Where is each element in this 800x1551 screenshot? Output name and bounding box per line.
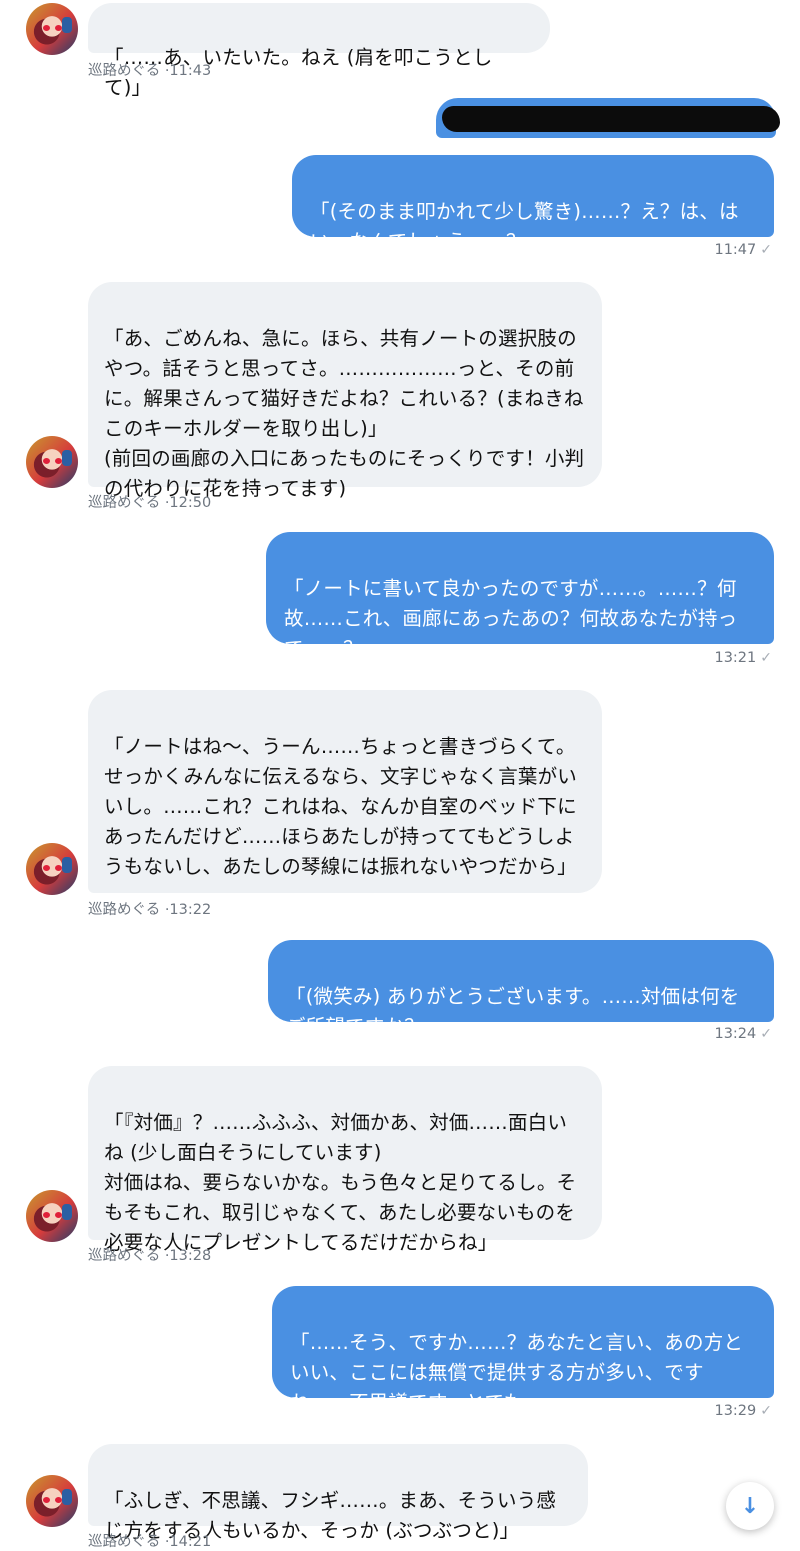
avatar[interactable] (26, 843, 78, 895)
avatar[interactable] (26, 436, 78, 488)
redacted-message-bubble (436, 98, 780, 138)
message-meta: 13:24 ✓ (714, 1026, 772, 1042)
message-bubble-outgoing[interactable]: 「……そう、ですか……？あなたと言い、あの方といい、ここには無償で提供する方が多… (272, 1286, 774, 1414)
message-text: 「(微笑み) ありがとうございます。……対価は何をご所望ですか？」 (286, 985, 740, 1038)
sender-name: 巡路めぐる (88, 1248, 161, 1264)
message-bubble-outgoing[interactable]: 「(そのまま叩かれて少し驚き)……？え？は、はい、なんでしょう……？」 (292, 155, 774, 253)
redaction-scribble (442, 106, 780, 132)
message-time: 13:29 (714, 1403, 757, 1419)
message-time: ·12:50 (164, 495, 212, 511)
sent-check-icon: ✓ (760, 1026, 772, 1042)
message-meta: 巡路めぐる ·11:43 (88, 59, 211, 80)
message-text: 「あ、ごめんね、急に。ほら、共有ノートの選択肢のやつ。話そうと思ってさ。…………… (104, 327, 585, 500)
message-text: 「(そのまま叩かれて少し驚き)……？え？は、はい、なんでしょう……？」 (310, 200, 739, 253)
message-bubble-outgoing[interactable]: 「ノートに書いて良かったのですが……。……？何故……これ、画廊にあったあの？何故… (266, 532, 774, 660)
message-bubble-incoming[interactable]: 「ノートはね〜、うーん……ちょっと書きづらくて。せっかくみんなに伝えるなら、文字… (88, 690, 602, 893)
message-meta: 13:29 ✓ (714, 1403, 772, 1419)
message-time: ·13:22 (164, 902, 212, 918)
message-meta: 11:47 ✓ (714, 242, 772, 258)
message-text: 「ノートはね〜、うーん……ちょっと書きづらくて。せっかくみんなに伝えるなら、文字… (104, 735, 577, 878)
sender-name: 巡路めぐる (88, 495, 161, 511)
message-bubble-outgoing[interactable]: 「(微笑み) ありがとうございます。……対価は何をご所望ですか？」 (268, 940, 774, 1038)
message-text: 「ノートに書いて良かったのですが……。……？何故……これ、画廊にあったあの？何故… (284, 577, 738, 660)
sender-name: 巡路めぐる (88, 63, 161, 79)
message-time: 13:21 (714, 650, 757, 666)
message-bubble-incoming[interactable]: 「ふしぎ、不思議、フシギ……。まあ、そういう感じ方をする人もいるか、そっか (ぶ… (88, 1444, 588, 1542)
sender-name: 巡路めぐる (88, 902, 161, 918)
message-bubble-incoming[interactable]: 「あ、ごめんね、急に。ほら、共有ノートの選択肢のやつ。話そうと思ってさ。…………… (88, 282, 602, 500)
message-meta: 巡路めぐる ·12:50 (88, 491, 211, 512)
message-bubble-incoming[interactable]: 「……あ、いたいた。ねえ (肩を叩こうとして)」 (88, 3, 550, 99)
message-bubble-incoming[interactable]: 「『対価』？……ふふふ、対価かあ、対価……面白いね (少し面白そうにしています)… (88, 1066, 602, 1254)
avatar[interactable] (26, 3, 78, 55)
message-time: ·11:43 (164, 63, 212, 79)
sent-check-icon: ✓ (760, 242, 772, 258)
avatar[interactable] (26, 1475, 78, 1527)
message-meta: 13:21 ✓ (714, 650, 772, 666)
sent-check-icon: ✓ (760, 650, 772, 666)
message-text: 「……そう、ですか……？あなたと言い、あの方といい、ここには無償で提供する方が多… (290, 1331, 744, 1414)
scroll-to-bottom-button[interactable]: ↓ (726, 1482, 774, 1530)
message-meta: 巡路めぐる ·13:22 (88, 898, 211, 919)
message-text: 「『対価』？……ふふふ、対価かあ、対価……面白いね (少し面白そうにしています)… (104, 1111, 577, 1254)
message-time: 13:24 (714, 1026, 757, 1042)
arrow-down-icon: ↓ (740, 1493, 760, 1519)
sent-check-icon: ✓ (760, 1403, 772, 1419)
message-time: ·13:28 (164, 1248, 212, 1264)
message-meta: 巡路めぐる ·13:28 (88, 1244, 211, 1265)
avatar[interactable] (26, 1190, 78, 1242)
message-time: 11:47 (714, 242, 757, 258)
